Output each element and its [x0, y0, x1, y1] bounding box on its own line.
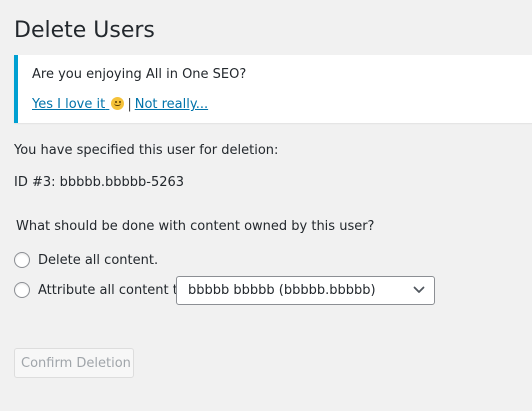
yes-link-label: Yes I love it: [32, 97, 106, 112]
user-id-line: ID #3: bbbbb.bbbbb-5263: [14, 175, 185, 190]
specified-user-text: You have specified this user for deletio…: [14, 143, 279, 158]
chevron-down-icon: [413, 286, 425, 293]
yes-love-it-link[interactable]: Yes I love it: [32, 97, 125, 112]
review-notice: Are you enjoying All in One SEO? Yes I l…: [14, 55, 532, 123]
delete-content-radio[interactable]: [14, 252, 30, 268]
confirm-deletion-button[interactable]: Confirm Deletion: [14, 348, 134, 378]
notice-links: Yes I love it | Not really...: [32, 97, 208, 113]
not-really-link[interactable]: Not really...: [135, 97, 208, 112]
attribute-content-label[interactable]: Attribute all content to:: [38, 283, 190, 298]
attribute-user-select[interactable]: bbbbb bbbbb (bbbbb.bbbbb): [176, 276, 435, 305]
attribute-content-radio[interactable]: [14, 282, 30, 298]
link-separator: |: [127, 97, 132, 112]
attribute-content-option: Attribute all content to:: [14, 282, 190, 298]
notice-question: Are you enjoying All in One SEO?: [32, 67, 247, 82]
attribute-user-select-value: bbbbb bbbbb (bbbbb.bbbbb): [188, 283, 376, 298]
smiley-icon: [111, 97, 125, 110]
content-question: What should be done with content owned b…: [16, 219, 375, 234]
page-title: Delete Users: [14, 18, 155, 43]
delete-content-label[interactable]: Delete all content.: [38, 253, 158, 268]
delete-content-option: Delete all content.: [14, 252, 158, 268]
